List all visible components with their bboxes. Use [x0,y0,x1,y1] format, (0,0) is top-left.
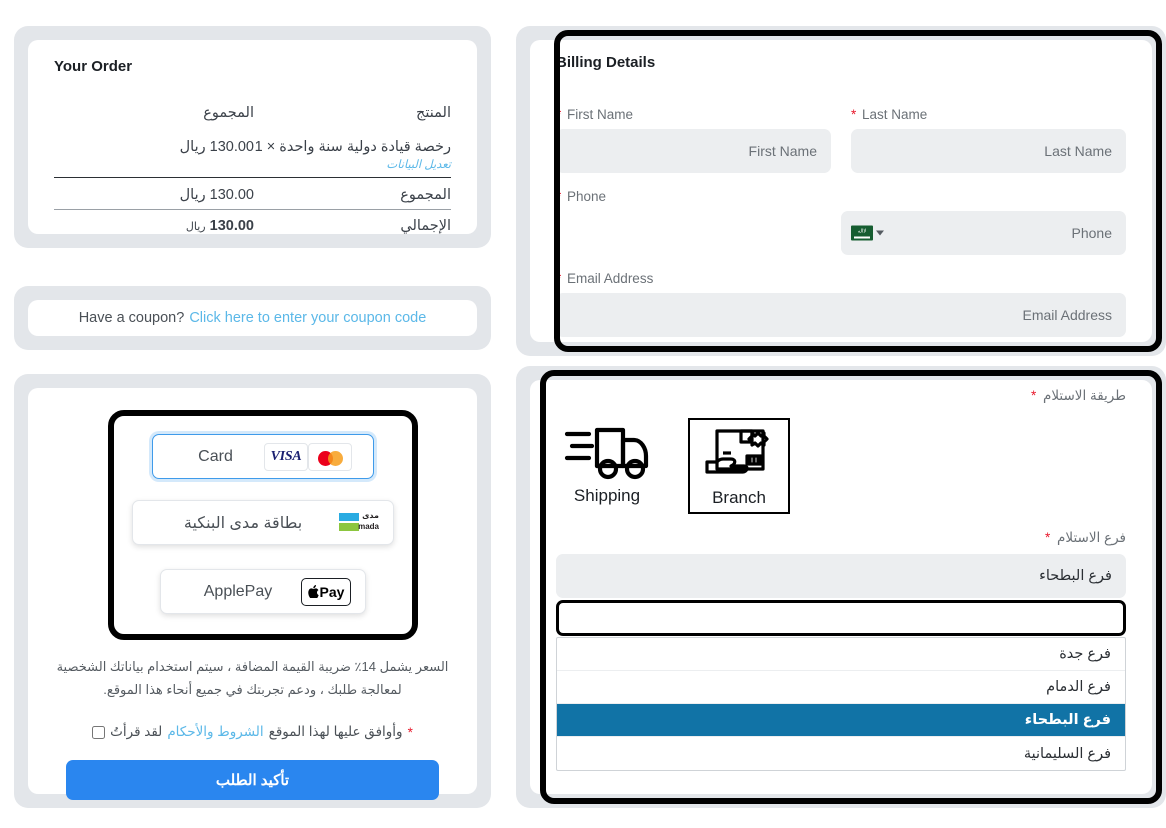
branch-selected-value: فرع البطحاء [1039,568,1112,584]
delivery-method-options: Shipping Branch [556,418,1126,514]
last-name-required-mark: * [851,107,857,122]
delivery-method-branch[interactable]: Branch [688,418,790,514]
email-label: * Email Address [556,271,1126,286]
billing-title: Billing Details [556,54,656,71]
branch-option[interactable]: فرع الدمام [557,671,1125,704]
order-total-amount-cell: 130.00 ريال [54,209,254,240]
email-group: * Email Address [556,271,1126,337]
order-line-item: رخصة قيادة دولية سنة واحدة × 1 تعديل الب… [54,135,451,178]
phone-required-mark: * [556,189,562,204]
delivery-truck-icon [564,427,649,480]
branch-option[interactable]: فرع السليمانية [557,737,1125,770]
applepay-logo: Pay [301,577,351,606]
country-code-dropdown[interactable]: لااله [851,225,884,241]
delivery-method-required-mark: * [1030,388,1037,403]
last-name-input[interactable] [851,129,1126,173]
branch-search-input[interactable] [556,600,1126,636]
order-item-amount: 130.00 ريال [179,139,254,155]
terms-prefix: لقد قرأتُ [110,724,163,739]
mastercard-logo [308,442,352,471]
payment-option-mada[interactable]: بطاقة مدى البنكية مدى mada [132,500,394,545]
branch-field-label: فرع الاستلام * [556,530,1126,546]
delivery-method-branch-label: Branch [712,488,766,507]
name-fields-row: * Last Name * First Name [556,107,1126,173]
phone-label-text: Phone [567,189,607,204]
saudi-arabia-flag-icon: لااله [851,225,873,241]
email-required-mark: * [556,271,562,286]
edit-data-link[interactable]: تعديل البيانات [254,157,451,171]
terms-checkbox[interactable] [92,725,106,739]
coupon-prompt: Have a coupon? [78,310,185,326]
coupon-card: Have a coupon? Click here to enter your … [14,286,491,350]
payment-methods-group: Card VISA بطاقة مدى البنكية مدى mada App… [108,410,418,640]
branch-options-list: فرع جدة فرع الدمام فرع البطحاء فرع السلي… [556,637,1126,771]
payment-option-applepay[interactable]: ApplePay Pay [160,569,366,614]
confirm-order-button[interactable]: تأكيد الطلب [66,760,439,800]
terms-agreement-row: لقد قرأتُ الشروط والأحكام وأوافق عليها ل… [42,724,463,740]
branch-select[interactable]: فرع البطحاء [556,554,1126,598]
order-total-row: الإجمالي 130.00 ريال [54,209,451,240]
first-name-label-text: First Name [567,107,634,122]
email-label-text: Email Address [567,271,654,286]
payment-option-card[interactable]: Card VISA [152,434,374,479]
payment-option-mada-label: بطاقة مدى البنكية [183,514,303,532]
first-name-input[interactable] [556,129,831,173]
terms-suffix: وأوافق عليها لهذا الموقع [268,724,403,739]
tax-and-privacy-note: السعر يشمل 14٪ ضريبة القيمة المضافة ، سي… [56,659,449,697]
delivery-method-shipping[interactable]: Shipping [556,418,658,514]
first-name-label: * First Name [556,107,831,122]
payment-option-applepay-label: ApplePay [203,582,273,600]
hand-package-icon [705,429,769,474]
order-total-label: الإجمالي [254,209,451,240]
delivery-method-shipping-label: Shipping [573,486,641,505]
first-name-group: * First Name [556,107,831,173]
order-table-header: المنتج المجموع [54,101,451,135]
last-name-group: * Last Name [851,107,1126,173]
branch-option[interactable]: فرع جدة [557,638,1125,671]
mada-logo-en: mada [358,521,379,531]
order-item-cell: رخصة قيادة دولية سنة واحدة × 1 تعديل الب… [254,135,451,178]
order-subtotal-label: المجموع [254,177,451,210]
order-subtotal-amount: 130.00 ريال [54,177,254,210]
applepay-logo-text: Pay [319,583,345,600]
checkout-page: Your Order المنتج المجموع رخصة قيادة دول… [0,0,1166,828]
order-subtotal-row: المجموع 130.00 ريال [54,177,451,210]
delivery-method-label: طريقة الاستلام * [556,388,1126,404]
order-summary-card: Your Order المنتج المجموع رخصة قيادة دول… [14,26,491,248]
visa-logo: VISA [264,442,308,471]
order-title: Your Order [54,58,133,75]
last-name-label: * Last Name [851,107,1126,122]
order-col-subtotal: المجموع [203,105,254,121]
delivery-method-label-text: طريقة الاستلام [1042,388,1126,403]
terms-required-mark: * [407,724,413,740]
order-table: المنتج المجموع رخصة قيادة دولية سنة واحد… [54,101,451,240]
payment-card: Card VISA بطاقة مدى البنكية مدى mada App… [14,374,491,808]
order-col-product: المنتج [416,105,451,121]
last-name-label-text: Last Name [862,107,928,122]
delivery-card: طريقة الاستلام * Shipping Branch فرع الا… [516,366,1166,808]
phone-group: * Phone لااله [556,189,1126,255]
order-item-name: رخصة قيادة دولية سنة واحدة × 1 [254,139,451,155]
coupon-link[interactable]: Click here to enter your coupon code [189,310,426,326]
email-input[interactable] [556,293,1126,337]
mada-logo-ar: مدى [362,510,379,520]
order-total-currency: ريال [185,221,206,233]
payment-option-card-label: Card [198,447,233,465]
branch-option-selected[interactable]: فرع البطحاء [557,704,1125,737]
mada-logo: مدى mada [339,511,379,535]
terms-link[interactable]: الشروط والأحكام [167,724,263,740]
first-name-required-mark: * [556,107,562,122]
branch-required-mark: * [1045,530,1051,545]
branch-field-label-text: فرع الاستلام [1057,530,1126,545]
chevron-down-icon [876,230,884,236]
order-total-amount: 130.00 [209,218,254,234]
phone-input-wrap: لااله [841,211,1126,255]
phone-label: * Phone [556,189,1126,204]
billing-details-card: Billing Details * Last Name * First Name [516,26,1166,356]
